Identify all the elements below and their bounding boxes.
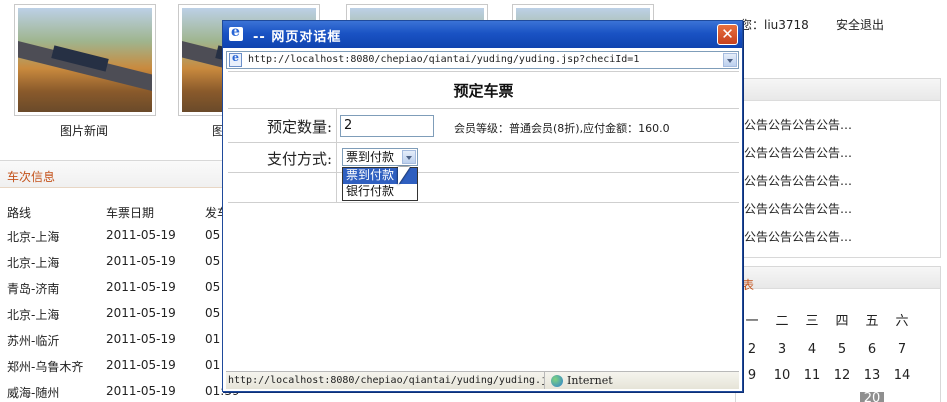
train-cell-time: 05: [205, 280, 221, 294]
calendar-day[interactable]: 2: [740, 342, 764, 357]
security-zone: Internet: [544, 372, 739, 389]
calendar-day[interactable]: 7: [890, 342, 914, 357]
chevron-down-icon[interactable]: [402, 150, 416, 164]
weekday-label: 四: [835, 314, 849, 329]
train-cell-time: 05: [205, 254, 221, 268]
train-cell-date: 2011-05-19: [106, 358, 176, 372]
user-bar: 您：liu3718 安全退出: [740, 16, 884, 33]
status-bar: http://localhost:8080/chepiao/qiantai/yu…: [226, 371, 739, 389]
calendar-day[interactable]: 10: [770, 368, 794, 383]
weekday-label: 三: [805, 314, 819, 329]
weekday-label: 五: [865, 314, 879, 329]
notice-item[interactable]: 公告公告公告公告…: [744, 228, 852, 245]
train-cell-time: 01: [205, 332, 221, 346]
photo-caption[interactable]: 图片新闻: [60, 122, 108, 139]
train-cell-route[interactable]: 苏州-临沂: [7, 332, 59, 349]
mouse-cursor: [398, 167, 410, 185]
train-cell-route[interactable]: 威海-随州: [7, 384, 59, 401]
calendar-day[interactable]: 12: [830, 368, 854, 383]
dialog-titlebar[interactable]: -- 网页对话框 ✕: [223, 21, 742, 48]
train-cell-time: 01: [205, 358, 221, 372]
form-title: 预定车票: [228, 71, 739, 109]
status-url: http://localhost:8080/chepiao/qiantai/yu…: [228, 375, 548, 386]
row-divider: [336, 143, 337, 172]
address-dropdown-button[interactable]: [723, 53, 737, 67]
train-cell-route[interactable]: 郑州-乌鲁木齐: [7, 358, 83, 375]
payment-label: 支付方式:: [266, 150, 332, 168]
calendar-day[interactable]: 11: [800, 368, 824, 383]
notice-item[interactable]: 公告公告公告公告…: [744, 200, 852, 217]
payment-select-value: 票到付款: [346, 150, 395, 164]
calendar-day[interactable]: 6: [860, 342, 884, 357]
logout-link[interactable]: 安全退出: [836, 16, 884, 33]
train-cell-route[interactable]: 北京-上海: [7, 306, 59, 323]
address-url[interactable]: http://localhost:8080/chepiao/qiantai/yu…: [248, 54, 639, 65]
dialog-title: -- 网页对话框: [253, 30, 342, 45]
train-cell-date: 2011-05-19: [106, 332, 176, 346]
photo-1[interactable]: [14, 4, 156, 116]
calendar-today[interactable]: 20: [860, 392, 884, 402]
globe-icon: [551, 375, 563, 387]
train-cell-time: 05: [205, 228, 221, 242]
page-icon: [229, 51, 242, 67]
calendar-day[interactable]: 13: [860, 368, 884, 383]
quantity-input[interactable]: 2: [340, 115, 434, 137]
calendar-day[interactable]: 9: [740, 368, 764, 383]
train-cell-date: 2011-05-19: [106, 280, 176, 294]
close-button[interactable]: ✕: [717, 24, 738, 45]
train-cell-date: 2011-05-19: [106, 306, 176, 320]
train-cell-date: 2011-05-19: [106, 254, 176, 268]
web-dialog: -- 网页对话框 ✕ http://localhost:8080/chepiao…: [222, 20, 743, 392]
train-cell-route[interactable]: 北京-上海: [7, 228, 59, 245]
address-bar[interactable]: http://localhost:8080/chepiao/qiantai/yu…: [226, 51, 739, 69]
quantity-row: 预定数量: 2 会员等级：普通会员(8折),应付金额：160.0: [228, 109, 739, 143]
calendar-day[interactable]: 3: [770, 342, 794, 357]
train-image: [18, 8, 152, 112]
zone-label: Internet: [567, 374, 613, 387]
payment-row: 支付方式: 票到付款: [228, 143, 739, 173]
calendar-day[interactable]: 5: [830, 342, 854, 357]
calendar-day[interactable]: 4: [800, 342, 824, 357]
notice-item[interactable]: 公告公告公告公告…: [744, 172, 852, 189]
notice-item[interactable]: 公告公告公告公告…: [744, 144, 852, 161]
train-cell-route[interactable]: 青岛-济南: [7, 280, 59, 297]
weekday-label: 六: [895, 314, 909, 329]
row-divider: [336, 109, 337, 142]
train-cell-date: 2011-05-19: [106, 384, 176, 398]
train-cell-route[interactable]: 北京-上海: [7, 254, 59, 271]
train-info-header: 车次信息: [0, 160, 222, 188]
row-divider: [336, 173, 337, 202]
train-cell-date: 2011-05-19: [106, 228, 176, 242]
payment-select[interactable]: 票到付款: [342, 148, 418, 166]
train-cell-time: 05: [205, 306, 221, 320]
calendar-day[interactable]: 14: [890, 368, 914, 383]
weekday-label: 一: [745, 314, 759, 329]
quantity-label: 预定数量:: [266, 118, 332, 136]
user-greeting: 您：liu3718: [740, 18, 809, 32]
ie-icon: [229, 24, 243, 41]
column-header-date: 车票日期: [106, 206, 155, 220]
payment-option[interactable]: 银行付款: [343, 184, 417, 200]
weekday-label: 二: [775, 314, 789, 329]
train-info-title: 车次信息: [7, 170, 56, 184]
calendar-title: 表: [742, 278, 755, 292]
notice-item[interactable]: 公告公告公告公告…: [744, 116, 852, 133]
member-info: 会员等级：普通会员(8折),应付金额：160.0: [454, 122, 670, 135]
empty-row: [228, 173, 739, 203]
column-header-route: 路线: [7, 206, 32, 220]
